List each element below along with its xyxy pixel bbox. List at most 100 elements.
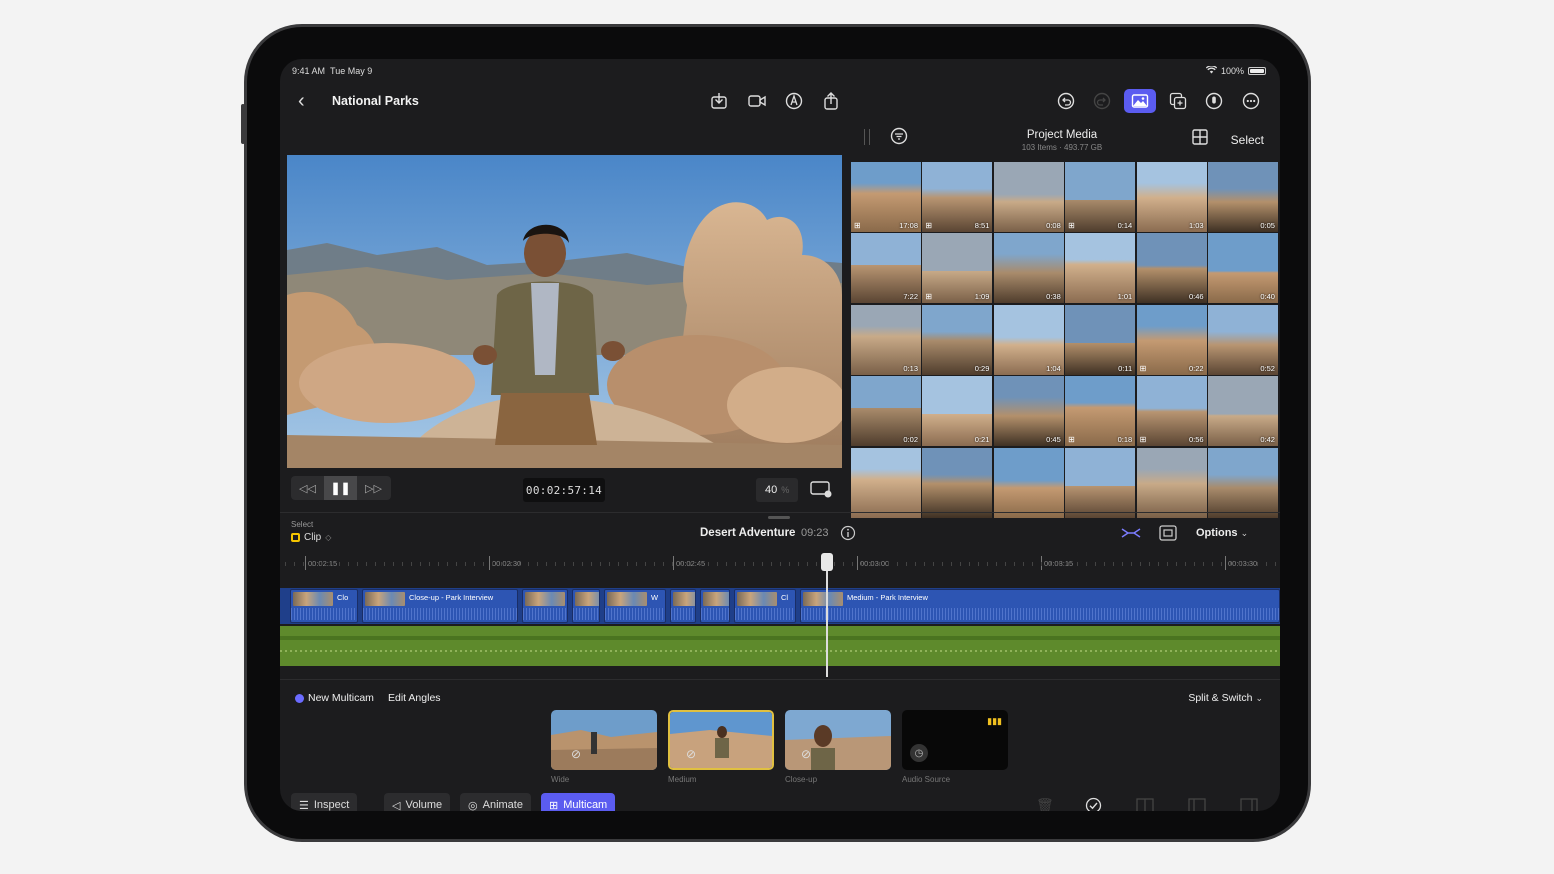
media-thumbnail[interactable]: ⊞ 0:14 [1065, 162, 1136, 232]
media-thumbnail[interactable]: 0:40 [1207, 233, 1278, 304]
media-thumbnail[interactable] [1065, 447, 1136, 518]
new-multicam-button[interactable]: New Multicam [295, 692, 374, 704]
media-thumbnail[interactable]: ⊞ 0:18 [1065, 376, 1136, 447]
edit-angles-button[interactable]: Edit Angles [388, 692, 441, 704]
options-button[interactable]: Options ⌄ [1196, 527, 1248, 539]
voiceover-icon[interactable] [1202, 89, 1226, 113]
timeline-video-clip[interactable]: Close-up - Park Interview [362, 589, 518, 623]
ruler-minor-tick [915, 562, 916, 566]
undo-icon[interactable] [1054, 89, 1078, 113]
timeline-video-clip[interactable] [670, 589, 696, 623]
media-thumbnail[interactable]: 0:52 [1207, 304, 1278, 375]
media-thumbnail[interactable]: ⊞ 8:51 [922, 162, 993, 232]
timeline-video-clip[interactable] [522, 589, 568, 623]
import-icon[interactable] [707, 89, 731, 113]
thumbnail-duration: 0:29 [974, 363, 990, 373]
media-thumbnail[interactable]: 0:38 [993, 233, 1064, 304]
clip-view-icon[interactable] [1158, 524, 1178, 547]
media-thumbnail[interactable]: 0:02 [851, 376, 921, 447]
drag-handle-icon[interactable] [864, 129, 870, 145]
media-thumbnail[interactable]: 0:21 [922, 376, 993, 447]
resize-handle[interactable] [768, 516, 790, 519]
ruler-minor-tick [951, 562, 952, 566]
ruler-minor-tick [321, 562, 322, 566]
timeline-ruler[interactable]: 00:02:15 00:02:30 00:02:45 00:03:00 00:03:15… [280, 556, 1280, 578]
media-thumbnail[interactable]: ⊞ 0:56 [1136, 376, 1207, 447]
timeline-project-name: Desert Adventure [700, 527, 796, 539]
zoom-control[interactable]: 40 % [756, 478, 798, 502]
angle-audio-source[interactable]: ▮▮▮ ◷ [902, 710, 1008, 770]
info-icon[interactable] [840, 525, 856, 546]
media-thumbnail[interactable]: ⊞ 1:09 [922, 233, 993, 304]
media-thumbnail[interactable]: 0:05 [1207, 162, 1278, 232]
media-thumbnail[interactable]: ⊞ 0:22 [1136, 304, 1207, 375]
media-thumbnail[interactable]: 0:46 [1136, 233, 1207, 304]
thumbnail-duration: 0:52 [1260, 363, 1275, 373]
media-thumbnail[interactable] [922, 447, 993, 518]
status-time: 9:41 AM [292, 66, 326, 76]
filter-icon[interactable] [889, 126, 909, 151]
timeline-video-clip[interactable]: Medium - Park Interview [800, 589, 1280, 623]
timeline-video-clip[interactable]: Clo [290, 589, 358, 623]
ruler-minor-tick [591, 562, 592, 566]
back-chevron-icon[interactable]: ‹ [298, 91, 305, 111]
camera-icon[interactable] [745, 89, 769, 113]
volume-button[interactable]: ◁ Volume [384, 793, 451, 811]
media-thumbnail[interactable] [851, 447, 921, 518]
media-thumbnail[interactable]: 0:45 [993, 376, 1064, 447]
photos-icon[interactable] [1166, 89, 1190, 113]
pause-icon[interactable]: ❚❚ [324, 476, 357, 500]
media-thumbnail[interactable]: 1:01 [1065, 233, 1136, 304]
angle-wide[interactable]: ⊘ [551, 710, 657, 770]
media-thumbnail[interactable]: 0:11 [1065, 304, 1136, 375]
media-thumbnail[interactable]: 0:08 [993, 162, 1064, 232]
media-thumbnail[interactable]: 7:22 [851, 233, 921, 304]
viewer-options-icon[interactable] [810, 480, 832, 503]
audio-track[interactable] [280, 626, 1280, 666]
playhead[interactable] [821, 553, 833, 677]
pen-icon[interactable] [782, 89, 806, 113]
timeline-video-clip[interactable]: W [604, 589, 666, 623]
video-viewer[interactable] [287, 155, 842, 468]
timeline-video-clip[interactable]: Cl [734, 589, 796, 623]
select-label: Select [291, 520, 314, 529]
angle-closeup[interactable]: ⊘ [785, 710, 891, 770]
timecode-display[interactable]: 00:02:57:14 [523, 478, 605, 502]
video-track[interactable]: Clo Close-up - Park Interview W Cl Medium - … [280, 588, 1280, 624]
share-icon[interactable] [819, 89, 843, 113]
rewind-icon[interactable]: ◁◁ [291, 482, 324, 495]
ruler-minor-tick [402, 562, 403, 566]
media-thumbnail[interactable]: 1:03 [1136, 162, 1207, 232]
clip-selector[interactable]: Clip ◇ [291, 532, 331, 543]
split-switch-label: Split & Switch [1188, 692, 1253, 704]
checkmark-icon[interactable] [1085, 797, 1102, 811]
browser-select-button[interactable]: Select [1231, 133, 1264, 147]
fast-forward-icon[interactable]: ▷▷ [357, 482, 390, 495]
split-switch-button[interactable]: Split & Switch ⌄ [1188, 692, 1263, 704]
media-thumbnail[interactable]: ⊞ 17:08 [851, 162, 921, 232]
multicam-button[interactable]: ⊞ Multicam [541, 793, 616, 811]
clip-filmstrip [365, 592, 405, 606]
more-icon[interactable] [1239, 89, 1263, 113]
media-thumbnail[interactable]: 0:13 [851, 304, 921, 375]
multicam-clip-icon: ⊞ [925, 221, 933, 230]
multicam-clip-icon: ⊞ [1139, 435, 1147, 445]
media-thumbnail[interactable] [993, 447, 1064, 518]
grid-view-icon[interactable] [1191, 128, 1209, 151]
media-thumbnail[interactable]: 0:42 [1207, 376, 1278, 447]
angle-medium[interactable]: ⊘ [668, 710, 774, 770]
thumbnail-duration: 1:09 [974, 292, 990, 302]
project-title: National Parks [332, 94, 419, 108]
timeline-video-clip[interactable] [572, 589, 600, 623]
timeline-video-clip[interactable] [700, 589, 730, 623]
media-browser-icon[interactable] [1124, 89, 1156, 113]
ruler-minor-tick [375, 562, 376, 566]
snapping-icon[interactable] [1120, 525, 1142, 546]
media-thumbnail[interactable] [1207, 447, 1278, 518]
animate-button[interactable]: ◎ Animate [460, 793, 531, 811]
media-thumbnail[interactable]: 1:04 [993, 304, 1064, 375]
media-thumbnail[interactable] [1136, 447, 1207, 518]
media-thumbnail[interactable]: 0:29 [922, 304, 993, 375]
inspect-button[interactable]: ☰ Inspect [291, 793, 358, 811]
ruler-minor-tick [1167, 562, 1168, 566]
